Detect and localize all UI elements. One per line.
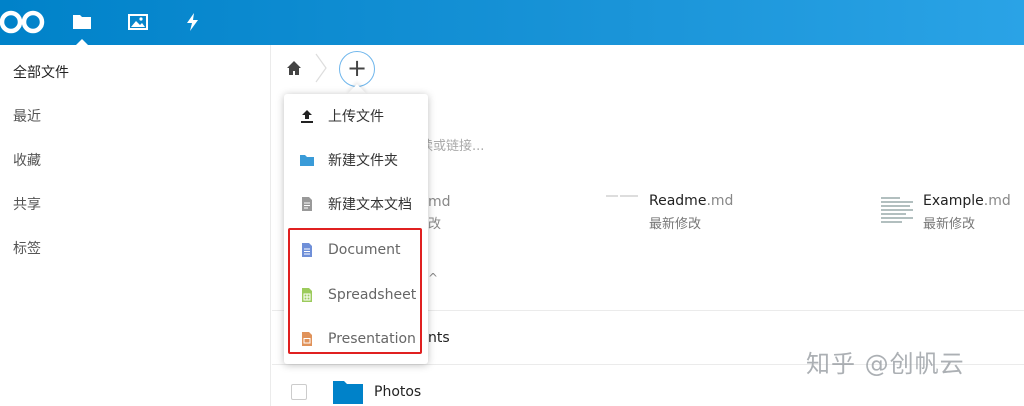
recent-file-example[interactable]: Example.md 最新修改 [923,193,1011,232]
example-subtitle: 最新修改 [923,217,976,232]
recent-file-readme[interactable]: Readme.md 最新修改 [649,193,733,232]
new-button[interactable]: + [339,51,375,87]
readme-thumbnail[interactable] [606,194,638,200]
readme-ext: .md [706,193,734,209]
recent-partial-ext: md [428,194,451,210]
readme-subtitle: 最新修改 [649,217,702,232]
sidebar-item-favorites[interactable]: 收藏 [13,150,41,170]
home-icon[interactable] [286,60,302,76]
readme-name: Readme [649,193,707,209]
plus-icon: + [346,54,368,82]
menu-item-upload[interactable]: 上传文件 [284,94,428,138]
menu-item-label: 新建文本文档 [328,197,412,213]
sidebar: 全部文件 最近 收藏 共享 标签 [0,45,271,406]
collapse-chevron-icon[interactable]: ^ [428,271,438,285]
highlight-box [288,228,422,354]
text-file-icon [302,197,312,211]
folder-icon [300,155,314,166]
menu-item-new-folder[interactable]: 新建文件夹 [284,138,428,182]
sidebar-item-shares[interactable]: 共享 [13,194,41,214]
files-icon[interactable] [70,10,94,34]
breadcrumb-separator [315,53,327,83]
photos-icon[interactable] [126,10,150,34]
example-name: Example [923,193,984,209]
activity-icon[interactable] [181,10,205,34]
menu-item-label: 新建文件夹 [328,153,398,169]
sidebar-item-all-files[interactable]: 全部文件 [13,62,69,82]
top-header [0,0,1024,45]
search-hint-text: 读或链接... [420,139,485,154]
upload-icon [301,110,313,123]
file-row-documents-name[interactable]: nts [428,330,450,346]
nextcloud-logo-icon[interactable] [0,6,46,38]
file-row-photos-name[interactable]: Photos [374,384,421,400]
sidebar-item-tags[interactable]: 标签 [13,238,41,258]
example-thumbnail[interactable] [880,195,914,223]
example-ext: .md [983,193,1011,209]
watermark: 知乎 @创帆云 [806,350,965,378]
menu-item-new-text-file[interactable]: 新建文本文档 [284,182,428,226]
sidebar-item-recent[interactable]: 最近 [13,106,41,126]
folder-icon [333,381,363,404]
menu-item-label: 上传文件 [328,109,384,125]
recent-partial-sub: 改 [428,217,442,232]
row-checkbox[interactable] [291,384,307,400]
